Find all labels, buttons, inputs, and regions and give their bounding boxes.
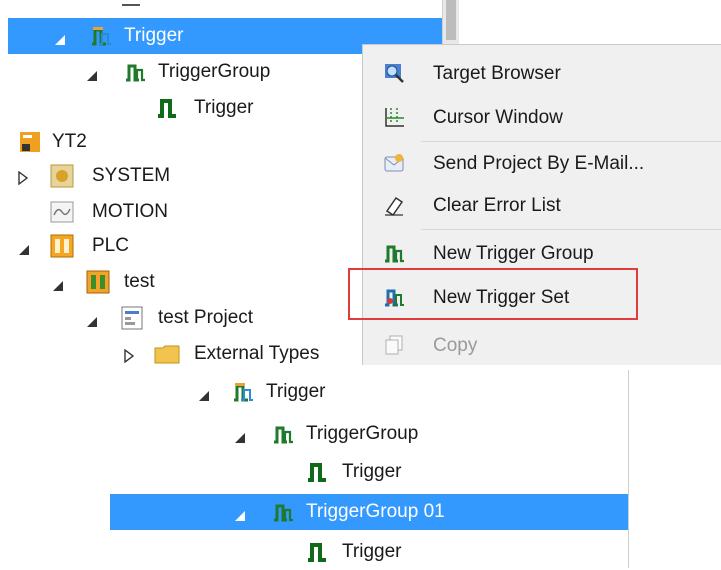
tree-item-label: test xyxy=(124,271,155,292)
plc-project-icon xyxy=(86,270,110,300)
result-tree-panel: Trigger TriggerGroup Trigger TriggerGrou… xyxy=(110,370,628,568)
tree-item-label: TriggerGroup xyxy=(306,423,419,444)
tree-item-plc[interactable]: PLC xyxy=(0,228,360,264)
vertical-scrollbar[interactable] xyxy=(442,0,459,44)
tree-item-label: External Types xyxy=(194,343,320,364)
menu-item-label: Target Browser xyxy=(433,63,561,84)
collapse-arrow-icon[interactable] xyxy=(18,240,30,262)
tree-item-trigger[interactable]: Trigger xyxy=(110,534,628,570)
tree-item-label: Trigger xyxy=(342,541,402,562)
email-icon xyxy=(383,152,405,174)
tree-item-triggergroup[interactable]: TriggerGroup xyxy=(0,54,360,90)
tree-item-yt2[interactable]: YT2 xyxy=(0,124,360,160)
trigger-icon xyxy=(306,541,328,569)
highlight-annotation-box xyxy=(348,268,638,320)
collapse-arrow-icon[interactable] xyxy=(52,276,64,298)
tree-item-label: TriggerGroup 01 xyxy=(306,501,445,522)
collapse-arrow-icon[interactable] xyxy=(234,428,246,450)
menu-item-label: Send Project By E-Mail... xyxy=(433,153,645,174)
tree-item-label: Trigger xyxy=(194,97,254,118)
target-browser-icon xyxy=(383,62,405,84)
trigger-folder-icon xyxy=(90,25,112,53)
tree-item-trigger[interactable]: Trigger xyxy=(110,374,628,410)
tree-item-label: Trigger xyxy=(342,461,402,482)
tree-item-test-project[interactable]: test Project xyxy=(0,300,360,336)
menu-item-send-email[interactable]: Send Project By E-Mail... xyxy=(363,143,721,183)
menu-separator xyxy=(421,229,721,230)
trigger-group-icon xyxy=(383,242,405,264)
trigger-icon xyxy=(306,461,328,489)
collapse-arrow-icon[interactable] xyxy=(54,30,66,52)
trigger-folder-icon xyxy=(232,381,254,409)
folder-icon xyxy=(154,344,180,370)
tree-item-trigger[interactable]: Trigger xyxy=(0,90,360,126)
top-clip-tick xyxy=(122,4,140,6)
tree-item-label: SYSTEM xyxy=(92,165,171,186)
collapse-arrow-icon[interactable] xyxy=(86,312,98,334)
menu-item-clear-error-list[interactable]: Clear Error List xyxy=(363,185,721,225)
menu-item-copy[interactable]: Copy xyxy=(363,325,721,365)
tree-item-label: YT2 xyxy=(52,131,87,152)
panel-divider xyxy=(628,370,629,568)
tree-item-trigger[interactable]: Trigger xyxy=(110,454,628,490)
tree-item-label: TriggerGroup xyxy=(158,61,271,82)
project-file-icon xyxy=(120,306,144,336)
expand-arrow-icon[interactable] xyxy=(124,347,135,369)
expand-arrow-icon[interactable] xyxy=(18,169,29,191)
menu-item-label: Clear Error List xyxy=(433,195,561,216)
tree-item-label: MOTION xyxy=(92,201,168,222)
menu-item-new-trigger-group[interactable]: New Trigger Group xyxy=(363,233,721,273)
collapse-arrow-icon[interactable] xyxy=(86,66,98,88)
tree-item-motion[interactable]: MOTION xyxy=(0,194,360,230)
copy-icon xyxy=(383,334,405,356)
motion-icon xyxy=(50,200,74,230)
tree-item-label: test Project xyxy=(158,307,254,328)
menu-separator xyxy=(421,141,721,142)
collapse-arrow-icon[interactable] xyxy=(234,506,246,528)
eraser-icon xyxy=(383,194,405,217)
menu-item-cursor-window[interactable]: Cursor Window xyxy=(363,97,721,137)
cursor-window-icon xyxy=(383,106,405,128)
collapse-arrow-icon[interactable] xyxy=(198,386,210,408)
system-icon xyxy=(50,164,74,194)
menu-item-label: Cursor Window xyxy=(433,107,563,128)
tree-item-triggergroup-01-selected[interactable]: TriggerGroup 01 xyxy=(110,494,628,530)
plc-icon xyxy=(50,234,74,264)
tree-item-system[interactable]: SYSTEM xyxy=(0,158,360,194)
menu-item-label: New Trigger Group xyxy=(433,243,594,264)
tree-item-label: Trigger xyxy=(124,25,184,46)
tree-item-label: PLC xyxy=(92,235,129,256)
tree-item-external-types[interactable]: External Types xyxy=(0,336,360,372)
trigger-group-icon xyxy=(272,501,294,529)
trigger-icon xyxy=(156,97,178,125)
project-icon xyxy=(18,130,42,160)
tree-item-test[interactable]: test xyxy=(0,264,360,300)
menu-item-label: Copy xyxy=(433,335,478,356)
trigger-group-icon xyxy=(272,423,294,451)
scrollbar-thumb[interactable] xyxy=(446,0,456,40)
menu-item-target-browser[interactable]: Target Browser xyxy=(363,53,721,93)
trigger-group-icon xyxy=(124,61,146,89)
tree-item-label: Trigger xyxy=(266,381,326,402)
tree-item-triggergroup[interactable]: TriggerGroup xyxy=(110,416,628,452)
